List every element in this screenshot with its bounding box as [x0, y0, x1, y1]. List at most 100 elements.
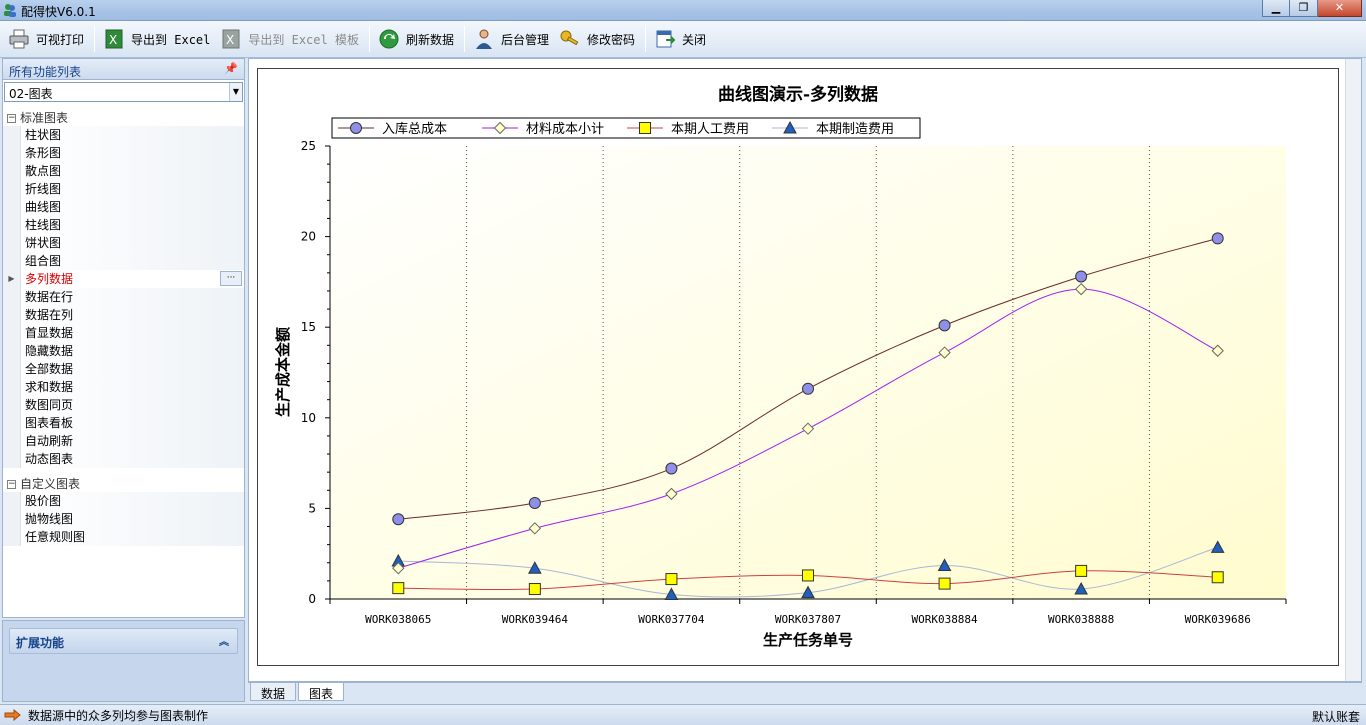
- row-indicator: [3, 359, 21, 378]
- sidebar-item-label: 动态图表: [21, 449, 244, 468]
- vertical-scrollbar[interactable]: [1345, 59, 1361, 681]
- sidebar-item-label: 股价图: [21, 491, 244, 510]
- print-button[interactable]: 可视打印: [4, 24, 88, 54]
- extended-functions-header[interactable]: 扩展功能 ︽: [9, 628, 238, 654]
- row-indicator: [3, 509, 21, 528]
- sidebar-item-label: 求和数据: [21, 377, 244, 396]
- sidebar-item-label: 首显数据: [21, 323, 244, 342]
- sidebar-item[interactable]: 折线图: [3, 179, 244, 198]
- double-chevron-up-icon[interactable]: ︽: [219, 633, 229, 648]
- printer-icon: [9, 29, 29, 49]
- sidebar-item[interactable]: 隐藏数据: [3, 341, 244, 360]
- category-select[interactable]: 02-图表 ▼: [4, 82, 243, 102]
- minimize-button[interactable]: ▁: [1262, 0, 1290, 17]
- maximize-button[interactable]: ❐: [1290, 0, 1318, 17]
- row-indicator: [3, 251, 21, 270]
- toolbar-separator: [94, 26, 96, 52]
- sidebar-item[interactable]: 饼状图: [3, 233, 244, 252]
- chevron-down-icon[interactable]: ▼: [229, 83, 242, 101]
- data-point: [665, 462, 678, 475]
- x-axis-label: 生产任务单号: [763, 631, 853, 649]
- y-tick-label: 20: [301, 230, 316, 244]
- row-indicator: [3, 161, 21, 180]
- row-indicator: [3, 305, 21, 324]
- sidebar-item[interactable]: 数图同页: [3, 395, 244, 414]
- sidebar-item[interactable]: 组合图: [3, 251, 244, 270]
- tab-data[interactable]: 数据: [250, 683, 297, 701]
- sidebar-item-label: 数图同页: [21, 395, 244, 414]
- legend-label: 本期人工费用: [671, 122, 749, 137]
- sidebar-item[interactable]: 动态图表: [3, 449, 244, 468]
- change-password-button[interactable]: 修改密码: [555, 24, 639, 54]
- sidebar-item[interactable]: 数据在行: [3, 287, 244, 306]
- sidebar-item[interactable]: 图表看板: [3, 413, 244, 432]
- window-title: 配得快V6.0.1: [21, 5, 96, 19]
- close-button[interactable]: 关闭: [650, 24, 710, 54]
- sidebar-item-label: 抛物线图: [21, 509, 244, 528]
- sidebar-item-label: 柱线图: [21, 215, 244, 234]
- sidebar-item[interactable]: 任意规则图: [3, 527, 244, 546]
- collapse-icon[interactable]: −: [7, 479, 16, 489]
- sidebar-item[interactable]: 首显数据: [3, 323, 244, 342]
- toolbar-separator: [463, 26, 465, 52]
- legend-label: 入库总成本: [382, 121, 447, 137]
- tab-chart[interactable]: 图表: [298, 683, 345, 701]
- sidebar-item-label: 散点图: [21, 161, 244, 180]
- legend-marker: [350, 122, 362, 134]
- row-indicator: [3, 323, 21, 342]
- svg-text:X: X: [109, 33, 117, 47]
- sidebar-item[interactable]: 求和数据: [3, 377, 244, 396]
- status-bar: 数据源中的众多列均参与图表制作 默认账套: [0, 704, 1366, 725]
- sidebar-item-label: 自动刷新: [21, 431, 244, 450]
- legend-label: 材料成本小计: [526, 122, 604, 137]
- sidebar-item[interactable]: 全部数据: [3, 359, 244, 378]
- row-indicator: [3, 125, 21, 144]
- export-excel-button[interactable]: X 导出到 Excel: [99, 24, 214, 54]
- sidebar-item-label: 柱状图: [21, 125, 244, 144]
- data-point: [1075, 270, 1088, 283]
- sidebar-item[interactable]: 条形图: [3, 143, 244, 162]
- sidebar-item-label: 饼状图: [21, 233, 244, 252]
- data-point: [938, 319, 951, 332]
- sidebar-item[interactable]: 曲线图: [3, 197, 244, 216]
- row-indicator: [3, 215, 21, 234]
- pin-icon[interactable]: 📌: [224, 62, 238, 75]
- title-bar: 配得快V6.0.1 ▁ ❐ ✕: [0, 0, 1366, 21]
- sidebar-item[interactable]: 散点图: [3, 161, 244, 180]
- refresh-icon: [379, 29, 399, 49]
- extended-functions-panel: 扩展功能 ︽: [2, 620, 245, 702]
- sidebar-item-label: 数据在列: [21, 305, 244, 324]
- curve-chart: 0 5 10 15 20 25 WORK038065 WORK039464 WORK037704…: [274, 84, 1287, 649]
- key-icon: [560, 30, 579, 46]
- close-window-button[interactable]: ✕: [1318, 0, 1362, 17]
- collapse-icon[interactable]: −: [7, 113, 16, 123]
- admin-user-icon: [475, 29, 492, 49]
- sidebar-item[interactable]: 股价图: [3, 491, 244, 510]
- account-set-label: 默认账套: [1311, 710, 1360, 724]
- row-indicator: [3, 491, 21, 510]
- row-indicator: [3, 449, 21, 468]
- export-template-button[interactable]: X 导出到 Excel 模板: [216, 24, 363, 54]
- row-indicator: [3, 431, 21, 450]
- sidebar-item[interactable]: 数据在列: [3, 305, 244, 324]
- view-tabs: 数据 图表: [248, 682, 1362, 701]
- sidebar-item-label: 任意规则图: [21, 527, 244, 546]
- sidebar-item[interactable]: 柱线图: [3, 215, 244, 234]
- ellipsis-button[interactable]: ···: [220, 271, 242, 286]
- row-indicator: [3, 395, 21, 414]
- sidebar-item[interactable]: 柱状图: [3, 125, 244, 144]
- sidebar-item[interactable]: 自动刷新: [3, 431, 244, 450]
- refresh-button[interactable]: 刷新数据: [374, 24, 458, 54]
- row-indicator: [3, 197, 21, 216]
- row-indicator: [3, 287, 21, 306]
- sidebar-item[interactable]: ▶ 多列数据 ···: [3, 269, 244, 288]
- admin-button[interactable]: 后台管理: [469, 24, 553, 54]
- group-custom-charts[interactable]: − 自定义图表: [3, 476, 244, 493]
- sidebar-item[interactable]: 抛物线图: [3, 509, 244, 528]
- group-standard-charts[interactable]: − 标准图表: [3, 110, 244, 127]
- row-indicator: [3, 527, 21, 546]
- exit-icon: [656, 30, 676, 48]
- chart-frame: 0 5 10 15 20 25 WORK038065 WORK039464 WORK037704…: [257, 68, 1339, 666]
- x-tick-label: WORK037807: [775, 613, 841, 626]
- sidebar-item-label: 图表看板: [21, 413, 244, 432]
